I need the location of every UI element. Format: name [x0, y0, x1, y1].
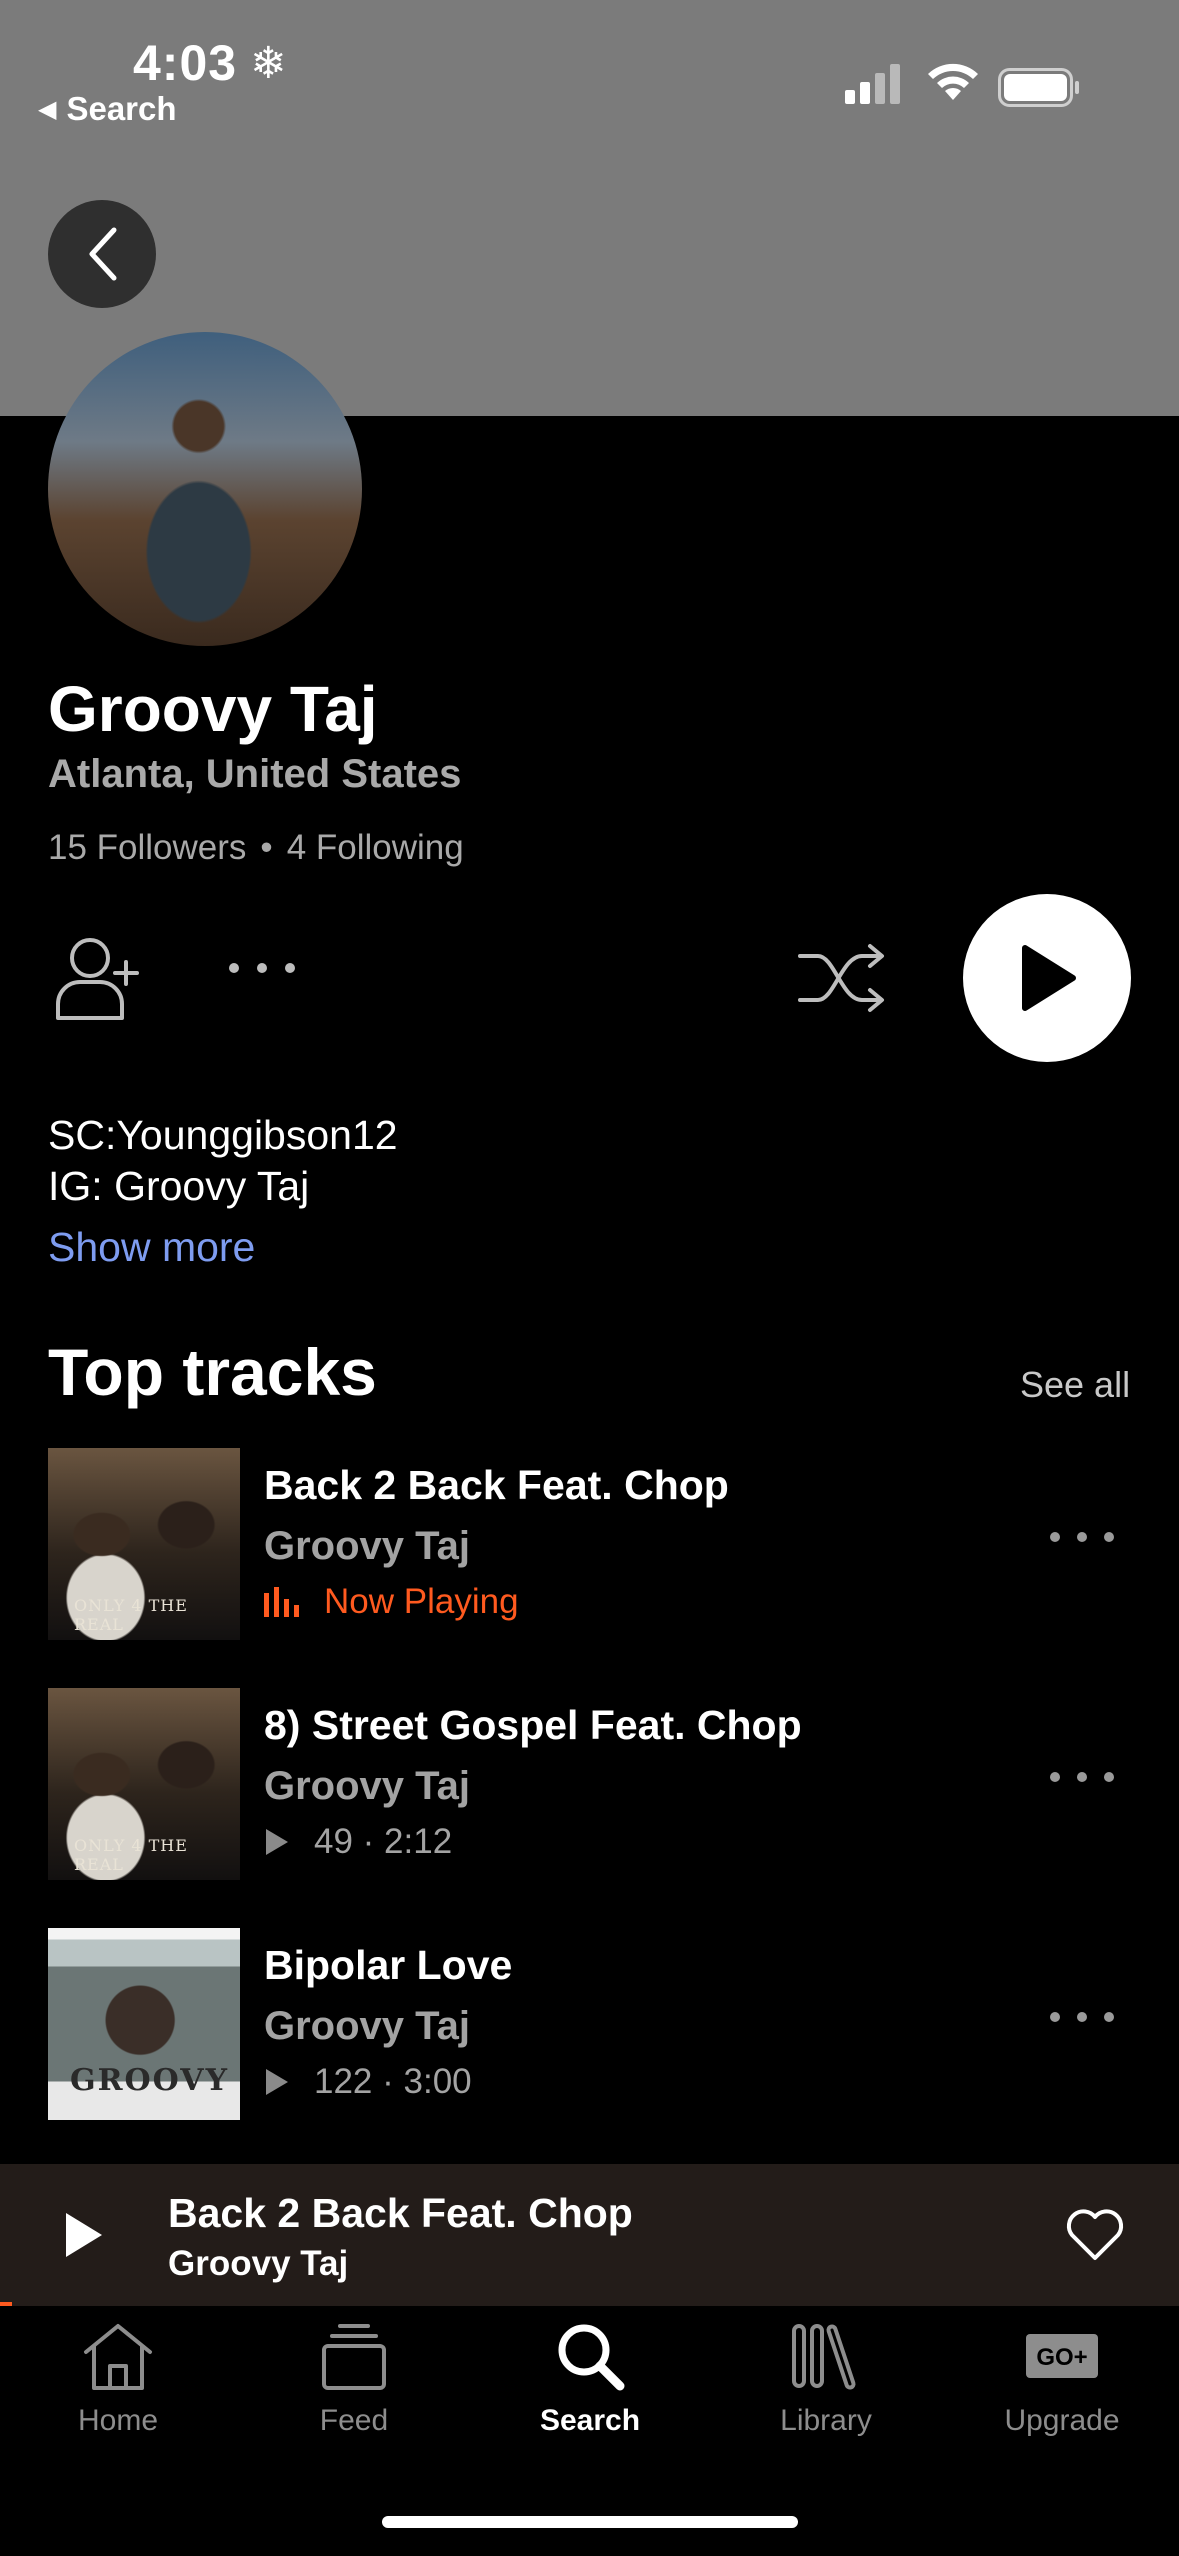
show-more-link[interactable]: Show more — [48, 1224, 255, 1271]
tab-label: Home — [77, 2404, 159, 2437]
play-count-icon — [266, 1829, 288, 1855]
track-more-icon[interactable] — [1048, 1770, 1116, 1784]
home-icon — [84, 2324, 152, 2390]
chevron-left-icon — [89, 227, 117, 281]
back-triangle-icon: ◀ — [38, 96, 57, 123]
now-playing-status: Now Playing — [264, 1582, 519, 1622]
track-more-icon[interactable] — [1048, 1530, 1116, 1544]
wifi-icon — [928, 63, 978, 100]
track-title: 8) Street Gospel Feat. Chop — [264, 1702, 802, 1748]
tab-library[interactable]: Library — [708, 2320, 944, 2438]
track-meta: 49 · 2:12 — [264, 1822, 452, 1862]
artwork-text: ONLY 4 THE REAL — [74, 1836, 188, 1874]
track-row[interactable]: GROOVY Bipolar Love Groovy Taj 122 · 3:0… — [0, 1928, 1179, 2124]
battery-icon — [998, 68, 1079, 107]
back-to-app-link[interactable]: ◀ Search — [38, 90, 177, 128]
tab-label: Feed — [319, 2404, 389, 2437]
play-count-duration: 122 · 3:00 — [314, 2062, 472, 2101]
tab-label: Upgrade — [1004, 2404, 1120, 2437]
artist-location: Atlanta, United States — [48, 752, 462, 796]
snowflake-icon: ❄ — [250, 39, 287, 88]
bio-line: SC:Younggibson12 — [48, 1112, 398, 1158]
track-meta: 122 · 3:00 — [264, 2062, 472, 2102]
now-playing-label: Now Playing — [324, 1582, 519, 1621]
back-app-label: Search — [66, 90, 177, 127]
back-button[interactable] — [48, 200, 156, 308]
status-time: 4:03 — [133, 35, 238, 91]
mini-play-icon[interactable] — [62, 2210, 106, 2260]
track-artist: Groovy Taj — [264, 2004, 470, 2048]
mini-player-title: Back 2 Back Feat. Chop — [168, 2190, 633, 2236]
track-artist: Groovy Taj — [264, 1524, 470, 1568]
play-count-icon — [266, 2069, 288, 2095]
tab-search[interactable]: Search — [472, 2320, 708, 2438]
track-artwork: ONLY 4 THE REAL — [48, 1688, 240, 1880]
equalizer-icon — [264, 1587, 299, 1617]
track-artwork: GROOVY — [48, 1928, 240, 2120]
play-all-button[interactable] — [963, 894, 1131, 1062]
home-indicator — [382, 2516, 798, 2528]
shuffle-icon[interactable] — [796, 940, 888, 1016]
feed-icon — [322, 2324, 386, 2390]
artist-bio: SC:Younggibson12 IG: Groovy Taj — [48, 1110, 398, 1212]
tab-upgrade[interactable]: GO+ Upgrade — [944, 2320, 1179, 2438]
play-count-duration: 49 · 2:12 — [314, 1822, 453, 1861]
library-icon — [792, 2324, 856, 2390]
bio-line: IG: Groovy Taj — [48, 1163, 310, 1209]
cellular-signal-icon — [845, 64, 900, 104]
see-all-link[interactable]: See all — [1020, 1364, 1130, 1406]
track-artwork: ONLY 4 THE REAL — [48, 1448, 240, 1640]
artist-name: Groovy Taj — [48, 673, 378, 745]
play-icon — [1022, 945, 1076, 1011]
top-tracks-heading: Top tracks — [48, 1335, 377, 1409]
tab-label: Search — [539, 2404, 641, 2437]
track-row[interactable]: ONLY 4 THE REAL 8) Street Gospel Feat. C… — [0, 1688, 1179, 1884]
artwork-text: ONLY 4 THE REAL — [74, 1596, 188, 1634]
more-options-icon[interactable] — [226, 960, 298, 976]
go-plus-badge: GO+ — [1036, 2344, 1087, 2371]
artwork-text: GROOVY — [70, 2063, 229, 2098]
tab-home[interactable]: Home — [0, 2320, 236, 2438]
tab-feed[interactable]: Feed — [236, 2320, 472, 2438]
mini-player-artist: Groovy Taj — [168, 2244, 349, 2283]
track-title: Bipolar Love — [264, 1942, 513, 1988]
search-icon — [558, 2324, 625, 2391]
go-plus-icon: GO+ — [1026, 2334, 1098, 2378]
follow-user-icon[interactable] — [52, 932, 140, 1024]
tab-label: Library — [780, 2404, 872, 2437]
track-row[interactable]: ONLY 4 THE REAL Back 2 Back Feat. Chop G… — [0, 1448, 1179, 1644]
follow-stats: 15 Followers • 4 Following — [48, 828, 464, 868]
separator-dot: • — [260, 828, 273, 867]
track-artist: Groovy Taj — [264, 1764, 470, 1808]
followers-count[interactable]: 15 Followers — [48, 828, 246, 867]
following-count[interactable]: 4 Following — [287, 828, 464, 867]
track-title: Back 2 Back Feat. Chop — [264, 1462, 729, 1508]
track-more-icon[interactable] — [1048, 2010, 1116, 2024]
artist-avatar — [48, 332, 362, 646]
heart-icon[interactable] — [1064, 2206, 1126, 2262]
